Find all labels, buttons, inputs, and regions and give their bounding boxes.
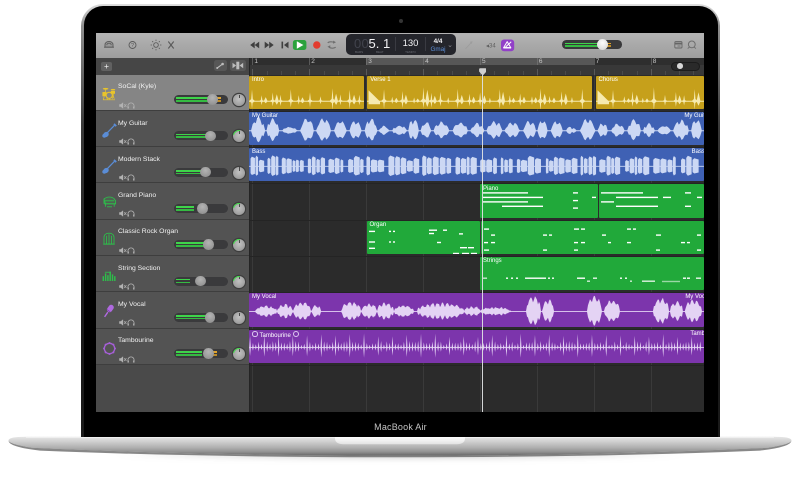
svg-text:◂34: ◂34 (486, 43, 496, 49)
